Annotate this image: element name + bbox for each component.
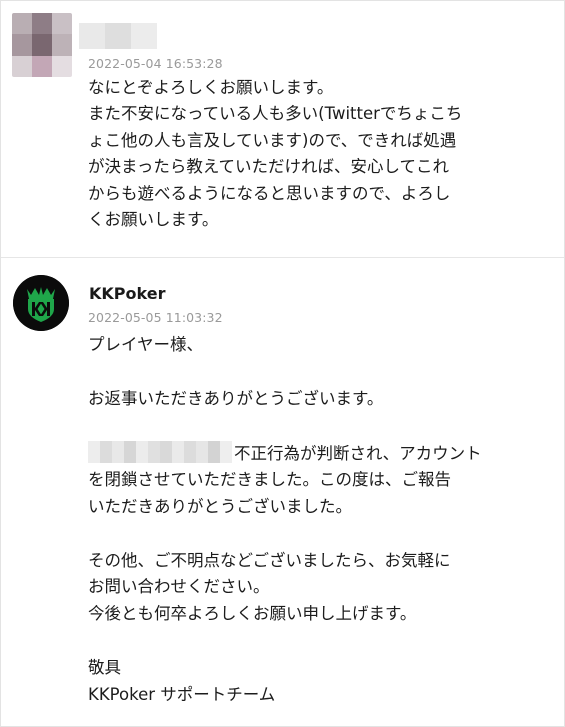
user-name-redacted [79, 23, 157, 49]
message-line: 今後とも何卒よろしくお願い申し上げます。 [88, 603, 417, 623]
message-line: からも遊べるようになると思いますので、よろし [88, 183, 451, 203]
closing: 敬具 [88, 658, 121, 678]
message-line: 不正行為が判断され、アカウント [88, 440, 548, 467]
greeting: プレイヤー様、 [88, 335, 204, 354]
redacted-text [88, 440, 232, 463]
message-timestamp: 2022-05-05 11:03:32 [88, 310, 223, 325]
message-line: お問い合わせください。 [88, 577, 270, 597]
message-line: ょこ他の人も言及しています)ので、できれば処遇 [88, 130, 457, 150]
message-line: が決まったら教えていただければ、安心してこれ [88, 157, 450, 177]
message-body: なにとぞよろしくお願いします。 また不安になっている人も多い(Twitterでち… [88, 75, 548, 233]
message-line: また不安になっている人も多い(Twitterでちょこち [88, 104, 463, 124]
message-body: プレイヤー様、 お返事いただきありがとうございます。 不正行為が判断され、アカウ… [88, 332, 548, 708]
message-line: を閉鎖させていただきました。この度は、ご報告 [88, 470, 451, 490]
message-timestamp: 2022-05-04 16:53:28 [88, 56, 223, 71]
message-line: いただきありがとうございました。 [88, 496, 352, 516]
message-support: KKPoker 2022-05-05 11:03:32 プレイヤー様、 お返事い… [1, 258, 564, 726]
sender-name: KKPoker [89, 284, 166, 303]
message-line: なにとぞよろしくお願いします。 [88, 78, 334, 97]
user-avatar [12, 13, 72, 77]
support-thread: 2022-05-04 16:53:28 なにとぞよろしくお願いします。 また不安… [0, 0, 565, 727]
message-line: くお願いします。 [88, 210, 219, 230]
message-fragment: 不正行為が判断され、アカウント [234, 443, 482, 463]
signature: KKPoker サポートチーム [88, 684, 276, 704]
kkpoker-logo-icon [13, 275, 69, 331]
message-line: その他、ご不明点などございましたら、お気軽に [88, 551, 451, 571]
thanks-line: お返事いただきありがとうございます。 [88, 389, 384, 409]
message-user: 2022-05-04 16:53:28 なにとぞよろしくお願いします。 また不安… [1, 1, 564, 257]
